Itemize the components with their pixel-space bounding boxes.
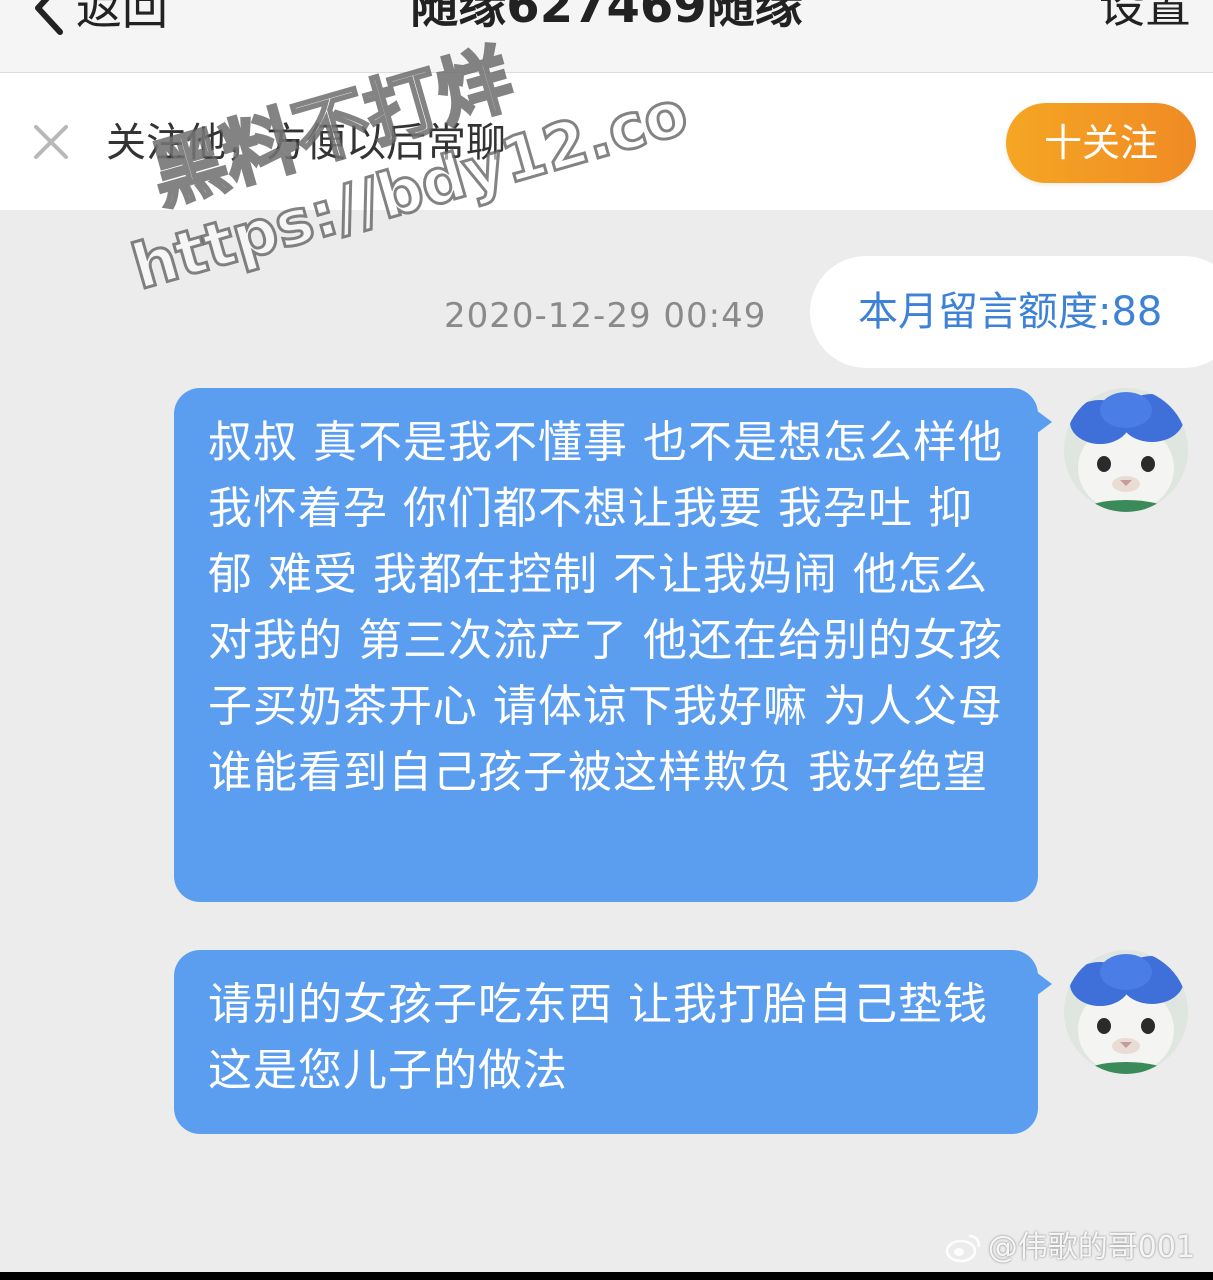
close-icon[interactable] <box>30 121 72 163</box>
message-text: 请别的女孩子吃东西 让我打胎自己垫钱 这是您儿子的做法 <box>208 979 988 1096</box>
bubble-tail <box>1036 410 1052 434</box>
top-nav-bar: 返回 随缘627469随缘 设置 <box>0 0 1213 73</box>
quota-label: 本月留言额度:88 <box>858 289 1163 335</box>
follow-button[interactable]: 十关注 <box>1006 103 1196 183</box>
cat-avatar-icon <box>1064 950 1188 1074</box>
avatar[interactable] <box>1064 950 1188 1074</box>
screen-bottom-edge <box>0 1272 1213 1280</box>
message-quota-badge: 本月留言额度:88 <box>810 256 1213 368</box>
settings-button[interactable]: 设置 <box>1099 0 1191 36</box>
chat-bubble-outgoing[interactable]: 叔叔 真不是我不懂事 也不是想怎么样他 我怀着孕 你们都不想让我要 我孕吐 抑郁… <box>174 388 1052 902</box>
weibo-logo-icon <box>945 1234 980 1263</box>
weibo-credit: @伟歌的哥001 <box>944 1230 1195 1266</box>
chat-bubble-outgoing[interactable]: 请别的女孩子吃东西 让我打胎自己垫钱 这是您儿子的做法 <box>174 950 1052 1134</box>
follow-banner: 关注他，方便以后常聊 十关注 <box>0 73 1213 210</box>
follow-prompt: 关注他，方便以后常聊 <box>106 120 506 166</box>
bubble-tail <box>1036 972 1052 996</box>
cat-avatar-icon <box>1064 388 1188 512</box>
message-timestamp: 2020-12-29 00:49 <box>444 296 767 336</box>
weibo-credit-text: @伟歌的哥001 <box>987 1230 1195 1265</box>
page-title: 随缘627469随缘 <box>410 0 803 34</box>
message-text: 叔叔 真不是我不懂事 也不是想怎么样他 我怀着孕 你们都不想让我要 我孕吐 抑郁… <box>208 417 1003 798</box>
avatar[interactable] <box>1064 388 1188 512</box>
